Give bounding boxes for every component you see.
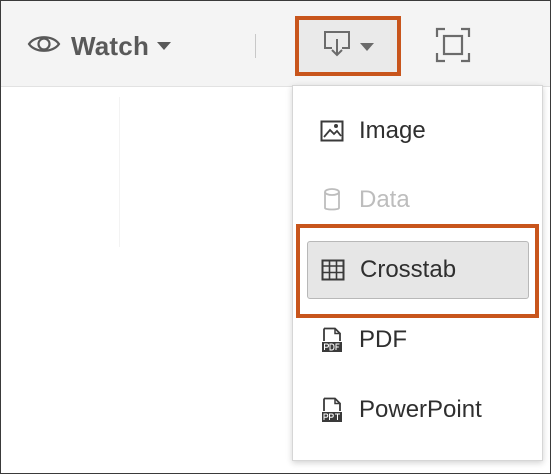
watch-button[interactable]: Watch [27, 27, 172, 65]
menu-item-pdf[interactable]: PDF [307, 311, 529, 369]
faint-divider [119, 97, 120, 247]
menu-item-label: Image [359, 117, 426, 144]
database-icon [319, 187, 345, 213]
menu-item-label: PDF [359, 326, 407, 353]
powerpoint-icon [319, 397, 345, 423]
menu-item-label: PowerPoint [359, 396, 482, 423]
menu-item-label: Crosstab [360, 256, 457, 283]
eye-icon [27, 33, 61, 60]
download-button[interactable] [295, 16, 401, 76]
download-icon [322, 30, 352, 63]
menu-item-label: Data [359, 186, 410, 213]
download-menu: Image Data Crosstab PDF PowerPoint [292, 85, 543, 461]
menu-item-data: Data [307, 171, 529, 229]
menu-item-crosstab[interactable]: Crosstab [307, 241, 529, 299]
caret-down-icon [360, 39, 374, 57]
pdf-icon [319, 327, 345, 353]
menu-item-powerpoint[interactable]: PowerPoint [307, 381, 529, 439]
menu-item-image[interactable]: Image [307, 102, 529, 160]
caret-down-icon [157, 38, 172, 56]
fullscreen-button[interactable] [433, 27, 473, 67]
fullscreen-icon [435, 27, 471, 68]
crosstab-icon [320, 257, 346, 283]
watch-label: Watch [71, 30, 150, 61]
toolbar: Watch [1, 1, 550, 87]
image-icon [319, 118, 345, 144]
toolbar-separator [255, 34, 256, 58]
